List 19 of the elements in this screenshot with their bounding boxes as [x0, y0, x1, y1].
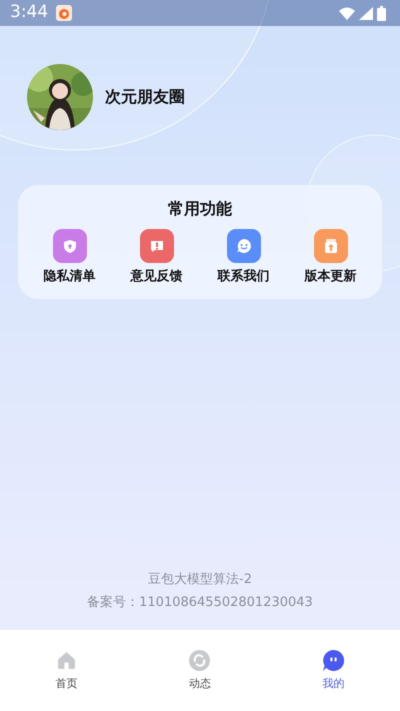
tab[interactable]: 动态: [133, 630, 267, 711]
tab[interactable]: 首页: [0, 630, 134, 711]
function-button[interactable]: 版本更新: [287, 229, 374, 286]
function-button[interactable]: 隐私清单: [26, 229, 113, 286]
home-icon: [56, 650, 78, 671]
mine-icon: [322, 650, 344, 671]
footer-text: 备案号：110108645502801230043: [86, 594, 314, 612]
footer-text: 豆包大模型算法-2: [147, 571, 253, 589]
clock: 3:44: [10, 1, 48, 24]
section-title: 常用功能: [167, 198, 233, 220]
function-button[interactable]: 意见反馈: [113, 229, 200, 286]
function-button[interactable]: 联系我们: [200, 229, 287, 286]
tab[interactable]: 我的: [266, 630, 400, 711]
dynamic-icon: [189, 650, 210, 671]
username: 次元朋友圈: [105, 86, 185, 108]
battery-icon: [377, 6, 386, 20]
signal-icon: [359, 6, 373, 20]
wifi-icon: [339, 6, 355, 20]
app-icon: [56, 5, 72, 21]
